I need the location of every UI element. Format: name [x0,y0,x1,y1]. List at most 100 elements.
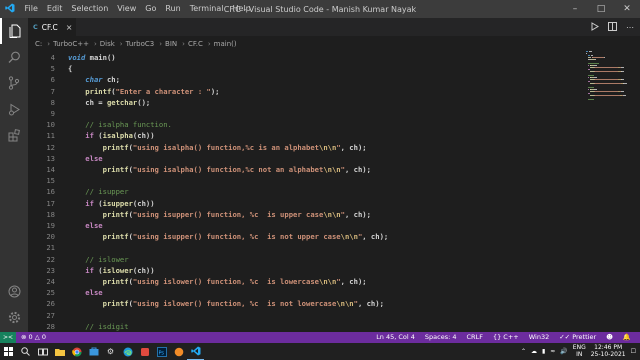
windows-start-icon[interactable] [0,343,17,360]
split-editor-icon[interactable] [608,21,617,33]
menu-file[interactable]: File [20,0,42,18]
code-line[interactable]: 24 printf("using islower() function, %c … [28,276,588,287]
activity-bar [0,18,28,332]
app-icon-red[interactable] [136,343,153,360]
notification-center-icon[interactable]: ☐ [631,348,636,355]
code-line[interactable]: 4 void main() [28,52,588,63]
code-line[interactable]: 26 printf("using islower() function, %c … [28,298,588,309]
breadcrumb-item[interactable]: main() [214,40,237,48]
code-line[interactable]: 19 else [28,220,588,231]
code-line[interactable]: 14 printf("using isalpha() function,%c n… [28,164,588,175]
minimap-line [604,57,606,59]
indentation[interactable]: Spaces: 4 [420,332,462,343]
code-line[interactable]: 5{ [28,63,588,74]
line-ending[interactable]: CRLF [462,332,488,343]
manage-gear-icon[interactable] [0,304,28,330]
chevron-up-icon[interactable]: ⌃ [521,348,526,355]
code-line[interactable]: 11 if (isalpha(ch)) [28,130,588,141]
microsoft-store-icon[interactable] [85,343,102,360]
breadcrumb-item[interactable]: BIN [165,40,177,48]
search-icon[interactable] [0,44,28,70]
edge-icon[interactable] [119,343,136,360]
accounts-icon[interactable] [0,278,28,304]
photoshop-icon[interactable]: Ps [153,343,170,360]
clock[interactable]: 12:46 PM 25-10-2021 [591,344,626,358]
menu-edit[interactable]: Edit [42,0,67,18]
breadcrumb-item[interactable]: TurboC++ [53,40,89,48]
more-actions-icon[interactable]: ⋯ [626,23,634,32]
code-line[interactable]: 16 // isupper [28,186,588,197]
code-token: getchar [106,97,138,107]
code-editor[interactable]: 4 void main() 5{6 char ch; 7 printf("Enter … [28,51,640,332]
menu-help[interactable]: Help [228,0,255,18]
run-code-icon[interactable] [591,21,599,33]
remote-indicator-icon[interactable]: >< [0,332,16,343]
vscode-logo-icon [4,3,16,15]
breadcrumb-item[interactable]: CF.C [188,40,203,48]
code-line[interactable]: 18 printf("using isupper() function, %c … [28,209,588,220]
feedback-icon[interactable]: ☻ [601,332,618,343]
battery-icon[interactable]: ▮ [542,348,545,355]
explorer-icon[interactable] [0,18,28,44]
cursor-position[interactable]: Ln 45, Col 4 [371,332,420,343]
code-line[interactable]: 25 else [28,287,588,298]
minimap-line [621,79,625,81]
chrome-icon[interactable] [68,343,85,360]
volume-icon[interactable]: 🔊 [560,348,567,355]
problems-indicator[interactable]: ⊗ 0 △ 0 [16,332,51,343]
code-line[interactable]: 6 char ch; [28,74,588,85]
breadcrumb-item[interactable]: TurboC3 [126,40,155,48]
app-icon-orange[interactable] [170,343,187,360]
code-token: (ch)) [132,265,155,275]
code-line[interactable]: 20 printf("using isupper() function, %c … [28,231,588,242]
input-language[interactable]: ENG IN [573,344,586,358]
tab-cf-c[interactable]: C CF.C × [28,18,76,36]
code-line[interactable]: 23 if (islower(ch)) [28,265,588,276]
code-token: "using isupper() function, %c is not upp… [132,232,341,242]
code-line[interactable]: 28 // isdigit [28,321,588,332]
menu-terminal[interactable]: Terminal [185,0,228,18]
menu-view[interactable]: View [113,0,141,18]
task-view-icon[interactable] [34,343,51,360]
editor-scrollbar[interactable] [628,51,640,332]
settings-icon[interactable]: ⚙ [102,343,119,360]
extensions-icon[interactable] [0,122,28,148]
run-debug-icon[interactable] [0,96,28,122]
code-line[interactable]: 13 else [28,153,588,164]
minimize-button[interactable]: – [562,0,588,18]
line-number: 18 [46,209,55,219]
minimap[interactable] [586,51,627,332]
code-line[interactable]: 15 [28,175,588,186]
wifi-icon[interactable]: ≈ [550,348,555,355]
breadcrumb-chevron-icon: › [47,39,51,48]
code-token: ( [93,198,103,208]
platform[interactable]: Win32 [524,332,554,343]
vscode-taskbar-icon[interactable] [187,343,204,360]
source-control-icon[interactable] [0,70,28,96]
code-line[interactable]: 22 // islower [28,254,588,265]
notifications-bell-icon[interactable]: 🔔 [618,332,636,343]
menu-selection[interactable]: Selection [67,0,113,18]
close-tab-icon[interactable]: × [66,23,73,32]
breadcrumb-item[interactable]: C: [35,40,42,48]
maximize-button[interactable]: □ [588,0,614,18]
code-line[interactable]: 8 ch = getchar(); [28,97,588,108]
breadcrumb-item[interactable]: Disk [100,40,115,48]
taskbar-search-icon[interactable] [17,343,34,360]
menu-run[interactable]: Run [161,0,185,18]
code-line[interactable]: 9 [28,108,588,119]
close-window-button[interactable]: ✕ [614,0,640,18]
editor-actions: ⋯ [591,18,634,36]
code-line[interactable]: 21 [28,242,588,253]
code-line[interactable]: 10 // isalpha function. [28,119,588,130]
language-mode[interactable]: {} C++ [488,332,524,343]
prettier-status[interactable]: ✓✓ Prettier [554,332,601,343]
code-text: printf("using islower() function, %c is … [68,298,384,309]
menu-go[interactable]: Go [141,0,161,18]
code-line[interactable]: 12 printf("using isalpha() function,%c i… [28,142,588,153]
code-line[interactable]: 27 [28,310,588,321]
code-line[interactable]: 17 if (isupper(ch)) [28,198,588,209]
onedrive-cloud-icon[interactable]: ☁ [531,348,537,355]
code-line[interactable]: 7 printf("Enter a character : "); [28,86,588,97]
file-explorer-icon[interactable] [51,343,68,360]
